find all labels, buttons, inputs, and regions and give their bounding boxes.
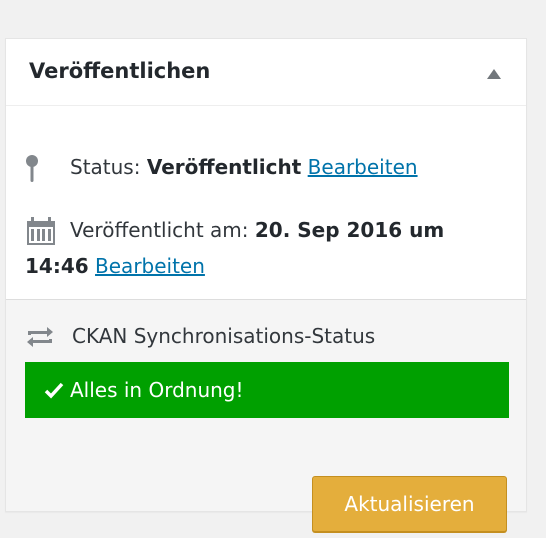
edit-date-link[interactable]: Bearbeiten	[95, 254, 205, 278]
publish-box-title: Veröffentlichen	[29, 59, 211, 83]
sync-status-message: Alles in Ordnung!	[25, 362, 509, 418]
status-label: Status:	[70, 155, 141, 179]
publish-box-header[interactable]: Veröffentlichen	[6, 39, 526, 106]
sync-icon	[25, 323, 72, 353]
published-date-row: Veröffentlicht am: 20. Sep 2016 um 14:46…	[25, 212, 495, 284]
publish-box: Veröffentlichen Status: Veröffentlicht B…	[5, 38, 527, 532]
ckan-sync-row: CKAN Synchronisations-Status	[25, 318, 375, 354]
sync-status-text: Alles in Ordnung!	[70, 378, 244, 402]
calendar-icon	[25, 216, 70, 247]
check-icon	[44, 364, 64, 420]
edit-status-link[interactable]: Bearbeiten	[308, 155, 418, 179]
status-value: Veröffentlicht	[146, 155, 302, 179]
publish-misc-actions: Status: Veröffentlicht Bearbeiten Veröff…	[6, 106, 526, 299]
pin-icon	[25, 154, 70, 184]
ckan-sync-section: CKAN Synchronisations-Status Alles in Or…	[6, 299, 526, 532]
published-date-label: Veröffentlicht am:	[70, 218, 249, 242]
ckan-sync-label: CKAN Synchronisations-Status	[72, 324, 376, 348]
status-row: Status: Veröffentlicht Bearbeiten	[25, 149, 418, 185]
toggle-arrow-icon[interactable]	[487, 69, 501, 79]
update-button[interactable]: Aktualisieren	[312, 476, 507, 532]
